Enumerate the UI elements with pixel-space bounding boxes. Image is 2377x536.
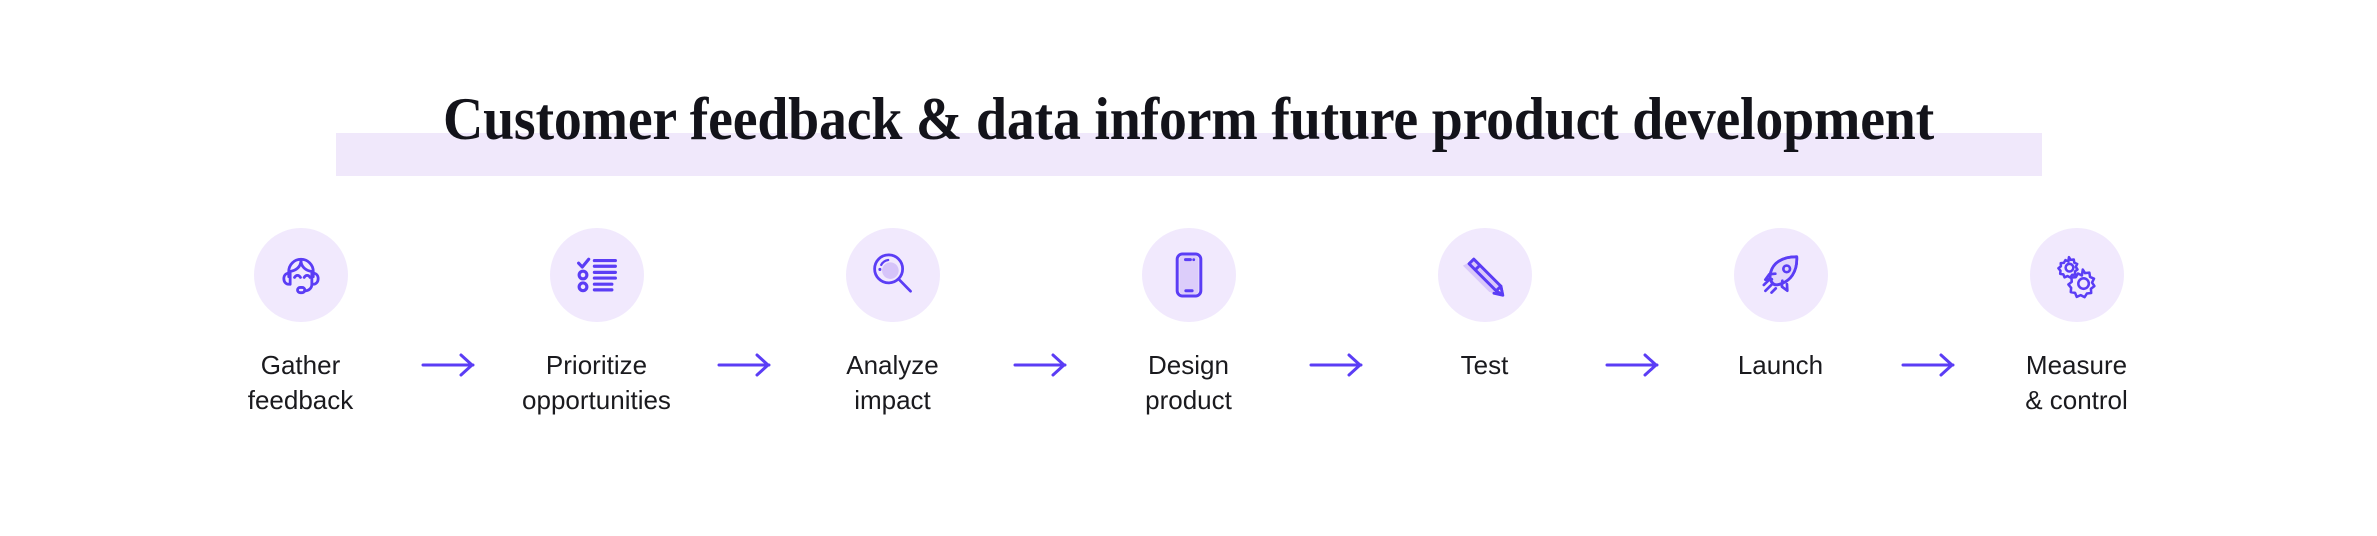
pencil-icon	[1437, 228, 1532, 322]
flow-step-design-product[interactable]: Design product	[1084, 228, 1294, 418]
smartphone-icon	[1141, 228, 1236, 322]
flow-step-gather-feedback[interactable]: Gather feedback	[196, 228, 406, 418]
gears-icon	[2029, 228, 2124, 322]
flow-step-label: Prioritize opportunities	[522, 350, 671, 415]
headset-support-agent-icon	[253, 228, 348, 322]
flow-step-measure-control[interactable]: Measure & control	[1972, 228, 2182, 418]
flow-step-label: Launch	[1737, 350, 1824, 380]
arrow-right-icon	[702, 228, 788, 383]
arrow-right-icon	[1294, 228, 1380, 383]
flow-step-prioritize-opportunities[interactable]: Prioritize opportunities	[492, 228, 702, 418]
flow-step-label: Gather feedback	[247, 350, 354, 415]
arrow-right-icon	[1886, 228, 1972, 383]
flow-step-test[interactable]: Test	[1380, 228, 1590, 383]
magnifying-glass-icon	[845, 228, 940, 322]
rocket-icon	[1733, 228, 1828, 322]
arrow-right-icon	[1590, 228, 1676, 383]
flow-step-analyze-impact[interactable]: Analyze impact	[788, 228, 998, 418]
page-title: Customer feedback & data inform future p…	[442, 86, 1935, 152]
process-flow: Gather feedback Prioritize opportunities	[0, 228, 2377, 418]
arrow-right-icon	[998, 228, 1084, 383]
arrow-right-icon	[406, 228, 492, 383]
flow-step-launch[interactable]: Launch	[1676, 228, 1886, 383]
checklist-icon	[549, 228, 644, 322]
page-header: Customer feedback & data inform future p…	[0, 0, 2377, 190]
flow-step-label: Measure & control	[2025, 350, 2128, 415]
flow-step-label: Design product	[1145, 350, 1232, 415]
flow-step-label: Test	[1460, 350, 1509, 380]
flow-step-label: Analyze impact	[846, 350, 939, 415]
